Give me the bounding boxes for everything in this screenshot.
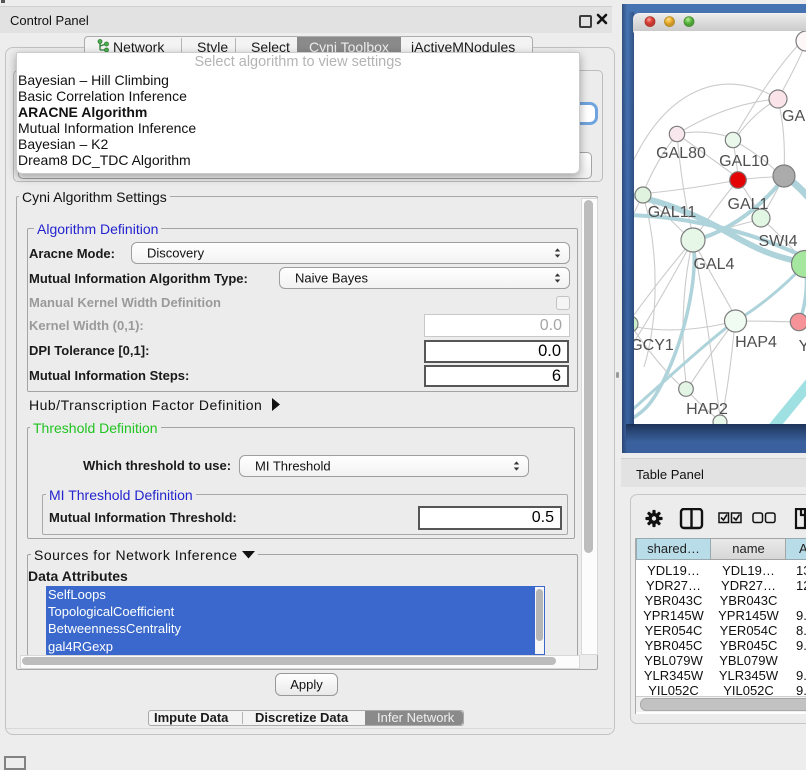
svg-text:Y: Y [799, 338, 806, 355]
svg-text:GAL7: GAL7 [782, 108, 806, 125]
svg-text:HAP2: HAP2 [686, 401, 728, 418]
svg-text:GAL80: GAL80 [656, 145, 706, 162]
svg-text:GCY1: GCY1 [634, 337, 674, 354]
svg-text:HAP4: HAP4 [735, 334, 777, 351]
svg-text:GAL10: GAL10 [719, 153, 769, 170]
svg-text:GAL11: GAL11 [648, 204, 697, 221]
svg-text:SWI4: SWI4 [758, 233, 797, 250]
svg-text:GAL1: GAL1 [728, 196, 769, 213]
svg-text:GAL4: GAL4 [694, 256, 735, 273]
